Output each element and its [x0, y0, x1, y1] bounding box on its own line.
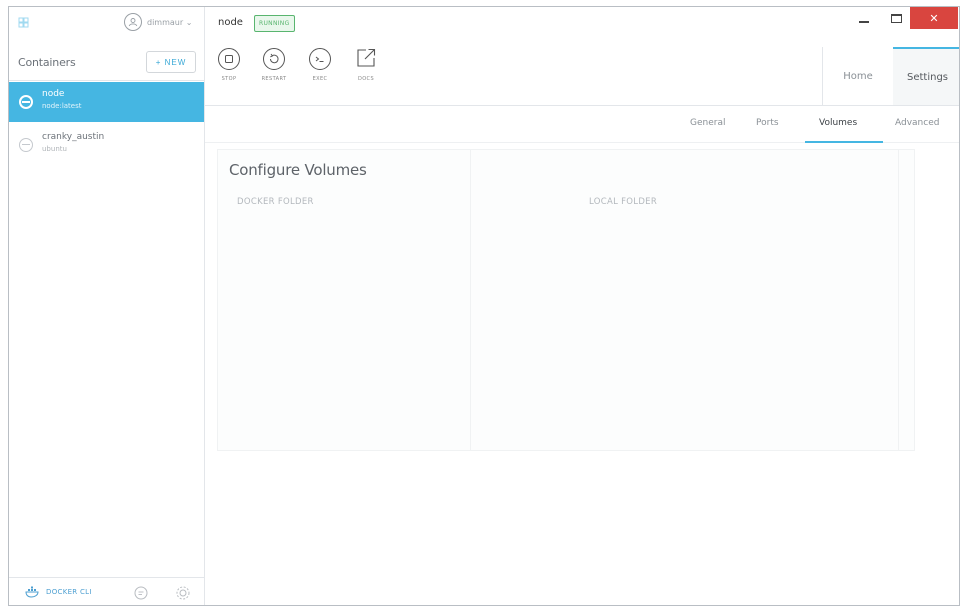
stop-label: STOP	[221, 76, 237, 82]
volumes-table	[217, 149, 915, 451]
volumes-panel: Configure Volumes DOCKER FOLDER LOCAL FO…	[205, 143, 959, 605]
container-state-icon	[19, 95, 33, 109]
exec-icon	[309, 48, 331, 70]
new-container-button[interactable]: + NEW	[146, 51, 196, 73]
logo-icon	[18, 17, 29, 28]
user-avatar-icon	[124, 13, 142, 31]
subtab-ports[interactable]: Ports	[756, 118, 779, 128]
stop-button[interactable]: STOP	[209, 45, 249, 82]
sidebar-footer: DOCKER CLI	[9, 577, 204, 605]
maximize-icon	[890, 13, 902, 23]
docker-cli-label: DOCKER CLI	[46, 588, 92, 596]
exec-label: EXEC	[312, 76, 328, 82]
app-window: dimmaur ⌄ Containers + NEW node node:lat…	[8, 6, 960, 606]
container-state-icon	[19, 138, 33, 152]
chat-icon[interactable]	[133, 585, 149, 601]
docs-icon	[355, 48, 377, 70]
column-divider	[898, 150, 899, 450]
exec-button[interactable]: EXEC	[300, 45, 340, 82]
docs-button[interactable]: DOCS	[346, 45, 386, 82]
title-bar: node RUNNING ✕	[205, 7, 959, 37]
minimize-icon	[859, 21, 869, 23]
stop-icon	[218, 48, 240, 70]
close-icon: ✕	[929, 11, 939, 25]
column-divider	[470, 150, 471, 450]
container-name: node	[42, 89, 65, 99]
containers-header: Containers + NEW	[9, 45, 204, 81]
restart-label: RESTART	[261, 76, 287, 82]
maximize-button[interactable]	[884, 7, 908, 29]
close-button[interactable]: ✕	[910, 7, 958, 29]
subtab-volumes[interactable]: Volumes	[819, 118, 857, 128]
settings-subnav: General Ports Volumes Advanced	[205, 105, 959, 144]
container-name: cranky_austin	[42, 132, 105, 142]
page-title: Configure Volumes	[229, 161, 367, 179]
container-image: node:latest	[42, 102, 82, 110]
gear-icon[interactable]	[175, 585, 191, 601]
column-header-docker-folder: DOCKER FOLDER	[237, 197, 314, 207]
container-toolbar: STOP RESTART EXEC DOCS	[205, 45, 825, 101]
sidebar: dimmaur ⌄ Containers + NEW node node:lat…	[9, 7, 205, 605]
top-nav: Home Settings	[822, 47, 959, 105]
containers-title: Containers	[18, 56, 76, 69]
tab-settings[interactable]: Settings	[893, 47, 959, 105]
docker-cli-link[interactable]: DOCKER CLI	[25, 586, 92, 598]
whale-icon	[25, 586, 39, 598]
restart-button[interactable]: RESTART	[254, 45, 294, 82]
column-header-local-folder: LOCAL FOLDER	[589, 197, 658, 207]
status-badge: RUNNING	[254, 15, 295, 32]
tab-home[interactable]: Home	[823, 47, 893, 105]
container-image: ubuntu	[42, 145, 67, 153]
minimize-button[interactable]	[852, 7, 876, 29]
sidebar-top: dimmaur ⌄	[9, 7, 204, 41]
restart-icon	[263, 48, 285, 70]
container-item-cranky-austin[interactable]: cranky_austin ubuntu	[9, 125, 204, 165]
subtab-advanced[interactable]: Advanced	[895, 118, 939, 128]
container-item-node[interactable]: node node:latest	[9, 82, 204, 122]
username: dimmaur ⌄	[147, 17, 193, 27]
main-area: node RUNNING ✕ STOP RESTART EXEC DOCS Ho…	[205, 7, 959, 605]
docs-label: DOCS	[357, 76, 375, 82]
user-menu[interactable]: dimmaur ⌄	[124, 13, 192, 31]
container-title: node	[218, 17, 243, 28]
subtab-general[interactable]: General	[690, 118, 725, 128]
